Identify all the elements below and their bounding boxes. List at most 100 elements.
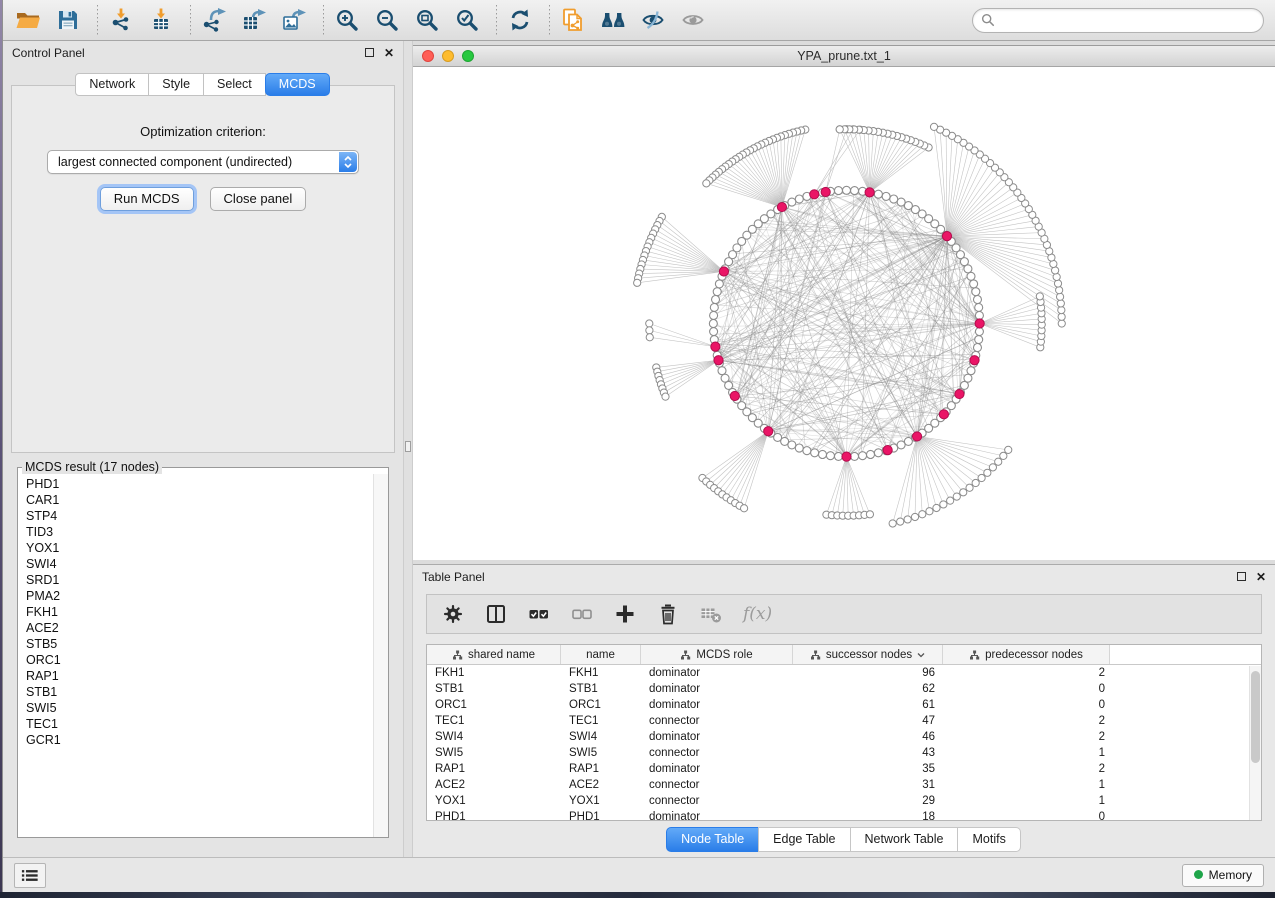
mcds-result-node[interactable]: SRD1: [26, 572, 388, 588]
table-cell: 47: [793, 715, 943, 727]
settings-gear-icon[interactable]: [442, 603, 464, 625]
mcds-result-node[interactable]: ORC1: [26, 652, 388, 668]
zoom-in-icon[interactable]: [333, 6, 361, 34]
mcds-result-node[interactable]: STB5: [26, 636, 388, 652]
table-cell: RAP1: [427, 763, 561, 775]
mcds-result-node[interactable]: PHD1: [26, 476, 388, 492]
table-row[interactable]: TEC1TEC1connector472: [427, 713, 1261, 729]
clone-network-icon[interactable]: [559, 6, 587, 34]
tab-style[interactable]: Style: [148, 73, 204, 96]
column-header[interactable]: predecessor nodes: [943, 645, 1110, 664]
close-panel-icon[interactable]: ✕: [384, 47, 394, 59]
tab-select[interactable]: Select: [203, 73, 266, 96]
mcds-result-node[interactable]: ACE2: [26, 620, 388, 636]
column-header[interactable]: name: [561, 645, 641, 664]
result-scrollbar[interactable]: [373, 474, 388, 837]
table-scrollbar[interactable]: [1249, 666, 1261, 820]
table-row[interactable]: STB1STB1dominator620: [427, 681, 1261, 697]
table-cell: PHD1: [561, 811, 641, 821]
mcds-result-node[interactable]: SWI5: [26, 700, 388, 716]
mcds-result-node[interactable]: FKH1: [26, 604, 388, 620]
mcds-result-box: MCDS result (17 nodes) PHD1CAR1STP4TID3Y…: [17, 460, 389, 838]
network-canvas[interactable]: [413, 67, 1275, 560]
table-row[interactable]: FKH1FKH1dominator962: [427, 665, 1261, 681]
mcds-result-node[interactable]: CAR1: [26, 492, 388, 508]
tab-node-table[interactable]: Node Table: [666, 827, 759, 852]
tab-mcds[interactable]: MCDS: [265, 73, 330, 96]
search-box[interactable]: [972, 8, 1264, 33]
table-cell: connector: [641, 747, 793, 759]
zoom-out-icon[interactable]: [373, 6, 401, 34]
binoculars-icon[interactable]: [599, 6, 627, 34]
mcds-result-node[interactable]: STP4: [26, 508, 388, 524]
mcds-result-node[interactable]: TEC1: [26, 716, 388, 732]
add-column-icon[interactable]: [614, 603, 636, 625]
table-row[interactable]: RAP1RAP1dominator352: [427, 761, 1261, 777]
export-image-icon[interactable]: [280, 6, 308, 34]
import-network-icon[interactable]: [107, 6, 135, 34]
search-input[interactable]: [1000, 13, 1255, 27]
attribute-type-icon: [680, 650, 691, 660]
table-cell: 1: [943, 779, 1110, 791]
table-row[interactable]: ACE2ACE2connector311: [427, 777, 1261, 793]
table-row[interactable]: SWI4SWI4dominator462: [427, 729, 1261, 745]
run-mcds-button[interactable]: Run MCDS: [100, 187, 194, 211]
minimize-window-icon[interactable]: [442, 50, 454, 62]
task-history-button[interactable]: [14, 863, 46, 888]
mcds-result-node[interactable]: GCR1: [26, 732, 388, 748]
float-panel-icon[interactable]: [365, 48, 374, 57]
float-panel-icon[interactable]: [1237, 572, 1246, 581]
close-window-icon[interactable]: [422, 50, 434, 62]
mcds-result-node[interactable]: RAP1: [26, 668, 388, 684]
tab-motifs[interactable]: Motifs: [957, 827, 1020, 852]
save-icon[interactable]: [54, 6, 82, 34]
zoom-selected-icon[interactable]: [453, 6, 481, 34]
table-row[interactable]: YOX1YOX1connector291: [427, 793, 1261, 809]
column-header[interactable]: MCDS role: [641, 645, 793, 664]
optimization-label: Optimization criterion:: [12, 124, 394, 139]
column-header[interactable]: shared name: [427, 645, 561, 664]
close-panel-button[interactable]: Close panel: [210, 187, 307, 211]
scrollbar-thumb[interactable]: [1251, 671, 1260, 763]
table-row[interactable]: SWI5SWI5connector431: [427, 745, 1261, 761]
table-cell: 18: [793, 811, 943, 821]
optimization-select[interactable]: largest connected component (undirected): [47, 150, 359, 174]
mcds-result-node[interactable]: TID3: [26, 524, 388, 540]
table-cell: RAP1: [561, 763, 641, 775]
maximize-window-icon[interactable]: [462, 50, 474, 62]
table-cell: 96: [793, 667, 943, 679]
refresh-layout-icon[interactable]: [506, 6, 534, 34]
tab-network-table[interactable]: Network Table: [850, 827, 959, 852]
table-cell: 31: [793, 779, 943, 791]
mcds-result-node[interactable]: PMA2: [26, 588, 388, 604]
panel-divider[interactable]: [403, 41, 413, 857]
mcds-result-node[interactable]: SWI4: [26, 556, 388, 572]
export-table-icon[interactable]: [240, 6, 268, 34]
select-all-icon[interactable]: [528, 603, 550, 625]
memory-label: Memory: [1209, 868, 1252, 882]
deselect-all-icon[interactable]: [571, 603, 593, 625]
search-icon: [981, 13, 995, 27]
export-network-icon[interactable]: [200, 6, 228, 34]
open-icon[interactable]: [14, 6, 42, 34]
import-table-icon[interactable]: [147, 6, 175, 34]
table-cell: FKH1: [427, 667, 561, 679]
divider-grip[interactable]: [405, 441, 411, 452]
column-header[interactable]: successor nodes: [793, 645, 943, 664]
tab-network[interactable]: Network: [75, 73, 149, 96]
close-panel-icon[interactable]: ✕: [1256, 571, 1266, 583]
mcds-result-node[interactable]: STB1: [26, 684, 388, 700]
table-row[interactable]: ORC1ORC1dominator610: [427, 697, 1261, 713]
birds-eye-view-icon: [679, 6, 707, 34]
zoom-fit-icon[interactable]: [413, 6, 441, 34]
memory-button[interactable]: Memory: [1182, 864, 1264, 887]
delete-column-icon[interactable]: [657, 603, 679, 625]
mcds-result-node[interactable]: YOX1: [26, 540, 388, 556]
table-row[interactable]: PHD1PHD1dominator180: [427, 809, 1261, 821]
toggle-panel-icon[interactable]: [485, 603, 507, 625]
table-cell: dominator: [641, 731, 793, 743]
table-cell: 0: [943, 683, 1110, 695]
hide-graphics-details-icon[interactable]: [639, 6, 667, 34]
table-cell: STB1: [561, 683, 641, 695]
tab-edge-table[interactable]: Edge Table: [758, 827, 850, 852]
